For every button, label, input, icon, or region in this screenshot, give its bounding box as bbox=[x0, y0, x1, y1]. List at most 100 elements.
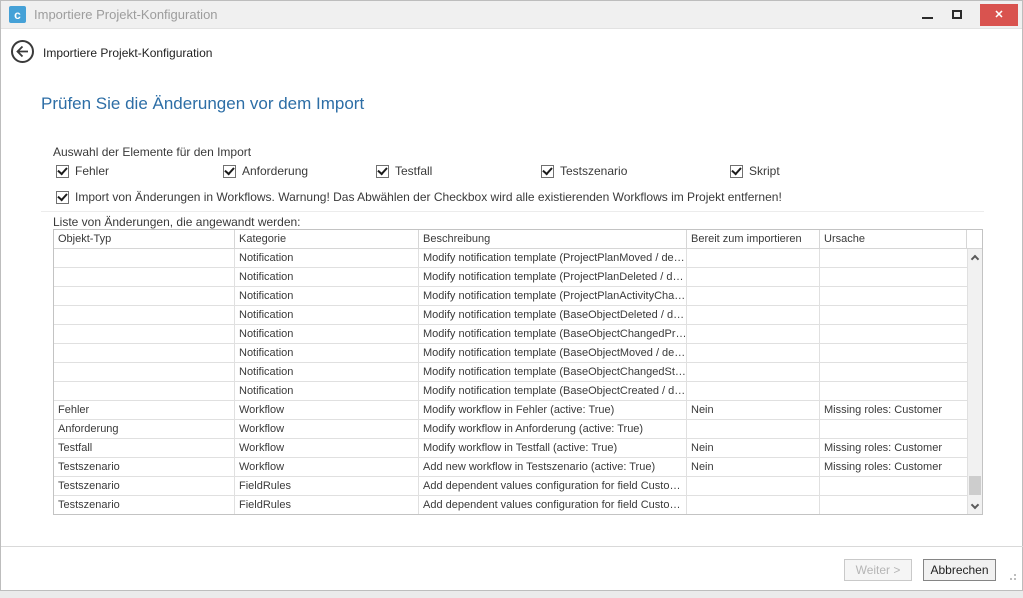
cell-kategorie: Notification bbox=[235, 344, 419, 362]
checkbox[interactable] bbox=[223, 165, 236, 178]
column-header-bereit[interactable]: Bereit zum importieren bbox=[687, 230, 820, 248]
main-content: Prüfen Sie die Änderungen vor dem Import… bbox=[1, 72, 1022, 546]
table-row[interactable]: Notification Modify notification templat… bbox=[54, 306, 967, 325]
cell-ursache bbox=[820, 344, 967, 362]
table-row[interactable]: Anforderung Workflow Modify workflow in … bbox=[54, 420, 967, 439]
changes-list-label: Liste von Änderungen, die angewandt werd… bbox=[53, 215, 301, 229]
chevron-up-icon bbox=[971, 254, 979, 262]
table-row[interactable]: Testfall Workflow Modify workflow in Tes… bbox=[54, 439, 967, 458]
section-divider bbox=[41, 211, 984, 212]
cell-ursache bbox=[820, 325, 967, 343]
header-title: Importiere Projekt-Konfiguration bbox=[43, 46, 212, 60]
checkmark-icon bbox=[542, 164, 552, 175]
column-header-ursache[interactable]: Ursache bbox=[820, 230, 967, 248]
minimize-button[interactable] bbox=[912, 4, 942, 26]
cell-kategorie: FieldRules bbox=[235, 496, 419, 514]
cell-kategorie: Workflow bbox=[235, 401, 419, 419]
chevron-down-icon bbox=[971, 500, 979, 508]
cell-kategorie: FieldRules bbox=[235, 477, 419, 495]
next-button[interactable]: Weiter > bbox=[844, 559, 912, 581]
back-button[interactable] bbox=[11, 40, 34, 63]
table-row[interactable]: Fehler Workflow Modify workflow in Fehle… bbox=[54, 401, 967, 420]
cell-ursache bbox=[820, 268, 967, 286]
selection-label: Auswahl der Elemente für den Import bbox=[53, 145, 251, 159]
page-title: Prüfen Sie die Änderungen vor dem Import bbox=[41, 94, 364, 114]
checkbox-item-testszenario[interactable]: Testszenario bbox=[541, 164, 627, 178]
checkbox-item-skript[interactable]: Skript bbox=[730, 164, 780, 178]
screen: c Importiere Projekt-Konfiguration ✕ Imp… bbox=[0, 0, 1023, 598]
cell-kategorie: Workflow bbox=[235, 439, 419, 457]
close-button[interactable]: ✕ bbox=[980, 4, 1018, 26]
cell-bereit: Nein bbox=[687, 401, 820, 419]
checkbox-label: Testszenario bbox=[560, 164, 627, 178]
cell-bereit: Nein bbox=[687, 458, 820, 476]
checkbox-label: Fehler bbox=[75, 164, 109, 178]
resize-grip-icon[interactable] bbox=[1014, 578, 1016, 580]
checkbox-item-testfall[interactable]: Testfall bbox=[376, 164, 432, 178]
table-row[interactable]: Notification Modify notification templat… bbox=[54, 325, 967, 344]
checkbox-item-workflow-import[interactable]: Import von Änderungen in Workflows. Warn… bbox=[56, 190, 782, 204]
cell-objekt-typ: Testszenario bbox=[54, 477, 235, 495]
checkbox[interactable] bbox=[730, 165, 743, 178]
vertical-scrollbar[interactable] bbox=[967, 249, 982, 514]
checkbox[interactable] bbox=[56, 191, 69, 204]
table-row[interactable]: Notification Modify notification templat… bbox=[54, 382, 967, 401]
cell-ursache bbox=[820, 306, 967, 324]
cell-beschreibung: Modify workflow in Testfall (active: Tru… bbox=[419, 439, 687, 457]
checkbox[interactable] bbox=[376, 165, 389, 178]
cell-objekt-typ bbox=[54, 325, 235, 343]
cancel-button[interactable]: Abbrechen bbox=[923, 559, 996, 581]
cell-objekt-typ: Anforderung bbox=[54, 420, 235, 438]
table-row[interactable]: Testszenario Workflow Add new workflow i… bbox=[54, 458, 967, 477]
table-row[interactable]: Notification Modify notification templat… bbox=[54, 344, 967, 363]
checkbox[interactable] bbox=[541, 165, 554, 178]
table-row[interactable]: Notification Modify notification templat… bbox=[54, 268, 967, 287]
cell-bereit bbox=[687, 249, 820, 267]
cell-kategorie: Notification bbox=[235, 249, 419, 267]
cell-ursache: Missing roles: Customer bbox=[820, 439, 967, 457]
cell-bereit bbox=[687, 496, 820, 514]
cell-objekt-typ bbox=[54, 363, 235, 381]
cell-beschreibung: Modify notification template (BaseObject… bbox=[419, 382, 687, 400]
column-header-kategorie[interactable]: Kategorie bbox=[235, 230, 419, 248]
cell-bereit bbox=[687, 344, 820, 362]
cell-ursache bbox=[820, 477, 967, 495]
checkbox-label: Import von Änderungen in Workflows. Warn… bbox=[75, 190, 782, 204]
checkbox-item-anforderung[interactable]: Anforderung bbox=[223, 164, 308, 178]
table-row[interactable]: Notification Modify notification templat… bbox=[54, 249, 967, 268]
cell-bereit bbox=[687, 325, 820, 343]
scrollbar-thumb[interactable] bbox=[969, 476, 981, 495]
cell-objekt-typ: Testszenario bbox=[54, 458, 235, 476]
window-controls: ✕ bbox=[912, 1, 1022, 28]
table-row[interactable]: Testszenario FieldRules Add dependent va… bbox=[54, 477, 967, 496]
table-row[interactable]: Testszenario FieldRules Add dependent va… bbox=[54, 496, 967, 514]
titlebar[interactable]: c Importiere Projekt-Konfiguration ✕ bbox=[1, 1, 1022, 29]
cell-ursache: Missing roles: Customer bbox=[820, 458, 967, 476]
cell-beschreibung: Modify notification template (BaseObject… bbox=[419, 306, 687, 324]
cell-beschreibung: Modify notification template (BaseObject… bbox=[419, 363, 687, 381]
cell-beschreibung: Add dependent values configuration for f… bbox=[419, 477, 687, 495]
cell-ursache bbox=[820, 496, 967, 514]
scroll-up-button[interactable] bbox=[968, 249, 982, 265]
footer-divider bbox=[1, 546, 1023, 547]
scroll-down-button[interactable] bbox=[968, 498, 982, 514]
cell-ursache bbox=[820, 382, 967, 400]
checkmark-icon bbox=[377, 164, 387, 175]
checkbox[interactable] bbox=[56, 165, 69, 178]
table-header: Objekt-Typ Kategorie Beschreibung Bereit… bbox=[54, 230, 982, 249]
column-header-objekt-typ[interactable]: Objekt-Typ bbox=[54, 230, 235, 248]
table-row[interactable]: Notification Modify notification templat… bbox=[54, 287, 967, 306]
checkmark-icon bbox=[57, 164, 67, 175]
minimize-icon bbox=[922, 17, 933, 19]
maximize-button[interactable] bbox=[942, 4, 972, 26]
cell-objekt-typ bbox=[54, 382, 235, 400]
cell-ursache bbox=[820, 287, 967, 305]
cell-beschreibung: Modify workflow in Anforderung (active: … bbox=[419, 420, 687, 438]
column-header-beschreibung[interactable]: Beschreibung bbox=[419, 230, 687, 248]
checkbox-item-fehler[interactable]: Fehler bbox=[56, 164, 109, 178]
cell-beschreibung: Add dependent values configuration for f… bbox=[419, 496, 687, 514]
checkmark-icon bbox=[57, 190, 67, 201]
cell-beschreibung: Modify workflow in Fehler (active: True) bbox=[419, 401, 687, 419]
cell-kategorie: Notification bbox=[235, 306, 419, 324]
table-row[interactable]: Notification Modify notification templat… bbox=[54, 363, 967, 382]
